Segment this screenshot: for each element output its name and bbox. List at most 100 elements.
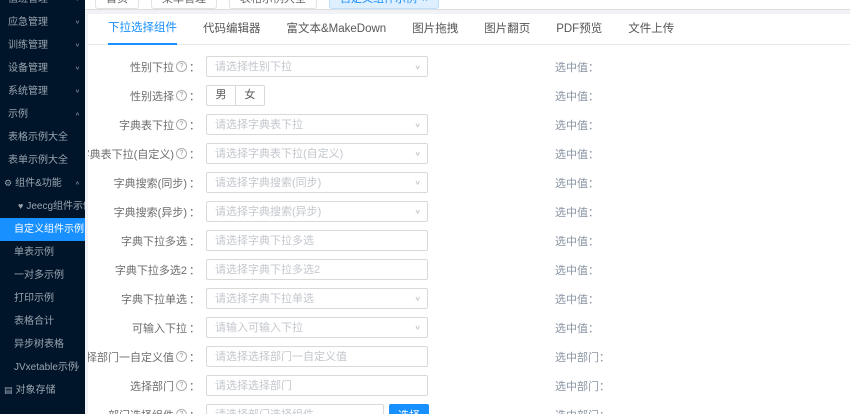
tab-select-components[interactable]: 下拉选择组件 <box>108 19 177 45</box>
sidebar-item-label: 设备管理 <box>8 63 48 74</box>
sidebar-item-form-demos[interactable]: 表单示例大全 <box>0 149 85 172</box>
gear-icon: ⚙ <box>4 178 13 188</box>
sidebar-item-label: 打印示例 <box>14 293 54 304</box>
sidebar-item-print-demo[interactable]: 打印示例 <box>0 287 85 310</box>
tab-pdf-preview[interactable]: PDF预览 <box>556 20 602 44</box>
chevron-up-icon: ∧ <box>74 203 80 210</box>
sidebar-item-label: 示例 <box>8 109 28 120</box>
page-tab-home[interactable]: 首页 <box>95 0 139 9</box>
dict-single-select-input[interactable] <box>206 288 428 309</box>
selected-value-label: 选中值： <box>555 264 599 277</box>
sidebar-item-label: 自定义组件示例 <box>14 224 84 235</box>
page-tab-table-demos[interactable]: 表格示例大全 <box>229 0 317 9</box>
selected-dept-label: 选中部门： <box>555 380 610 393</box>
gender-select-input[interactable] <box>206 56 428 77</box>
dept-custom-value-input[interactable] <box>206 346 428 367</box>
sidebar-item-async-tree[interactable]: 异步树表格 <box>0 333 85 356</box>
selected-value-label: 选中值： <box>555 119 599 132</box>
editable-select-input[interactable] <box>206 317 428 338</box>
sidebar-item-duty[interactable]: 值班管理 ∨ <box>0 0 85 11</box>
dept-picker-input[interactable] <box>206 404 384 414</box>
tab-richtext-markdown[interactable]: 富文本&MakeDown <box>287 20 387 44</box>
tab-code-editor[interactable]: 代码编辑器 <box>203 20 261 44</box>
sidebar-item-label: 训练管理 <box>8 40 48 51</box>
dict-table-select: ∨ <box>206 114 428 135</box>
form-row-dict-search-sync: 字典搜索(同步) ： ∨ 选中值： <box>88 168 850 197</box>
field-label: 性别下拉 <box>130 61 174 74</box>
page-tab-custom-components[interactable]: 自定义组件示例 × <box>329 0 439 9</box>
form-row-dict-table-select-custom: 字典表下拉(自定义) ? ： ∨ 选中值： <box>88 139 850 168</box>
dict-search-async-input[interactable] <box>206 201 428 222</box>
help-icon[interactable]: ? <box>176 90 187 101</box>
sidebar-item-label: 单表示例 <box>14 247 54 258</box>
chevron-down-icon: ∨ <box>74 42 80 49</box>
sidebar-item-jvxetable[interactable]: JVxetable示例 ∨ <box>0 356 85 379</box>
dept-custom-value-select <box>206 346 428 367</box>
page-tabs-bar: 首页 菜单管理 表格示例大全 自定义组件示例 × <box>85 0 850 10</box>
field-label: 字典表下拉 <box>119 119 174 132</box>
sidebar-item-components[interactable]: ⚙ 组件&功能 ∧ <box>0 172 85 195</box>
sidebar-item-label: 值班管理 <box>8 0 48 5</box>
sidebar-item-single-table[interactable]: 单表示例 <box>0 241 85 264</box>
sidebar-item-jeecg-components[interactable]: ♥Jeecg组件示例∧ <box>0 195 85 218</box>
help-icon[interactable]: ? <box>176 148 187 159</box>
close-icon[interactable]: × <box>422 0 428 5</box>
chevron-down-icon: ∨ <box>74 364 80 371</box>
sidebar-item-training[interactable]: 训练管理 ∨ <box>0 34 85 57</box>
dict-table-select-input[interactable] <box>206 114 428 135</box>
tab-image-flip[interactable]: 图片翻页 <box>484 20 530 44</box>
help-icon[interactable]: ? <box>176 380 187 391</box>
field-label: 选择部门 <box>130 380 174 393</box>
field-label: 选择部门一自定义值 <box>88 351 174 364</box>
sidebar-item-label: JVxetable示例 <box>14 362 78 373</box>
colon: ： <box>189 235 200 248</box>
dict-multiselect-input[interactable] <box>206 230 428 251</box>
sidebar-item-table-demos[interactable]: 表格示例大全 <box>0 126 85 149</box>
field-label: 字典搜索(异步) <box>113 206 187 219</box>
help-icon[interactable]: ? <box>176 351 187 362</box>
radio-male[interactable]: 男 <box>206 85 236 106</box>
editable-select: ∨ <box>206 317 428 338</box>
colon: ： <box>189 90 200 103</box>
radio-female[interactable]: 女 <box>235 85 265 106</box>
sidebar-item-one-to-many[interactable]: 一对多示例 <box>0 264 85 287</box>
dict-search-sync-input[interactable] <box>206 172 428 193</box>
field-label: 性别选择 <box>130 90 174 103</box>
dict-table-custom-select-input[interactable] <box>206 143 428 164</box>
colon: ： <box>189 148 200 161</box>
tab-image-drag[interactable]: 图片拖拽 <box>412 20 458 44</box>
content-card: 下拉选择组件 代码编辑器 富文本&MakeDown 图片拖拽 图片翻页 PDF预… <box>88 14 850 414</box>
sidebar-item-custom-components[interactable]: 自定义组件示例 <box>0 218 85 241</box>
sidebar-item-object-storage[interactable]: ▤ 对象存储 <box>0 379 85 402</box>
field-label: 可输入下拉 <box>132 322 187 335</box>
colon: ： <box>189 351 200 364</box>
sidebar-item-system[interactable]: 系统管理 ∨ <box>0 80 85 103</box>
help-icon[interactable]: ? <box>176 61 187 72</box>
tab-file-upload[interactable]: 文件上传 <box>628 20 674 44</box>
field-label: 字典下拉多选 <box>121 235 187 248</box>
form-row-dept-select: 选择部门 ? ： 选中部门： <box>88 371 850 400</box>
help-icon[interactable]: ? <box>176 409 187 414</box>
gender-radio-group: 男 女 <box>206 85 265 106</box>
form-row-dict-table-select: 字典表下拉 ? ： ∨ 选中值： <box>88 110 850 139</box>
sidebar-item-label: 系统管理 <box>8 86 48 97</box>
sidebar-item-emergency[interactable]: 应急管理 ∨ <box>0 11 85 34</box>
colon: ： <box>189 407 200 414</box>
form-row-gender-select: 性别下拉 ? ： ∨ 选中值： <box>88 52 850 81</box>
component-icon: ♥ <box>18 201 24 211</box>
page-tab-menu-management[interactable]: 菜单管理 <box>151 0 217 9</box>
dept-select-input[interactable] <box>206 375 428 396</box>
form-row-gender-radio: 性别选择 ? ： 男 女 选中值： <box>88 81 850 110</box>
sidebar-item-label: 表格合计 <box>14 316 54 327</box>
page-tab-label: 首页 <box>106 0 128 5</box>
sidebar-item-device[interactable]: 设备管理 ∨ <box>0 57 85 80</box>
sidebar-item-demo[interactable]: 示例 ∧ <box>0 103 85 126</box>
colon: ： <box>189 380 200 393</box>
dept-picker-select-button[interactable]: 选择 <box>389 404 429 414</box>
chevron-down-icon: ∨ <box>74 19 80 26</box>
selected-value-label: 选中值： <box>555 235 599 248</box>
colon: ： <box>189 61 200 74</box>
sidebar-item-table-sum[interactable]: 表格合计 <box>0 310 85 333</box>
dict-multiselect-2-input[interactable] <box>206 259 428 280</box>
help-icon[interactable]: ? <box>176 119 187 130</box>
